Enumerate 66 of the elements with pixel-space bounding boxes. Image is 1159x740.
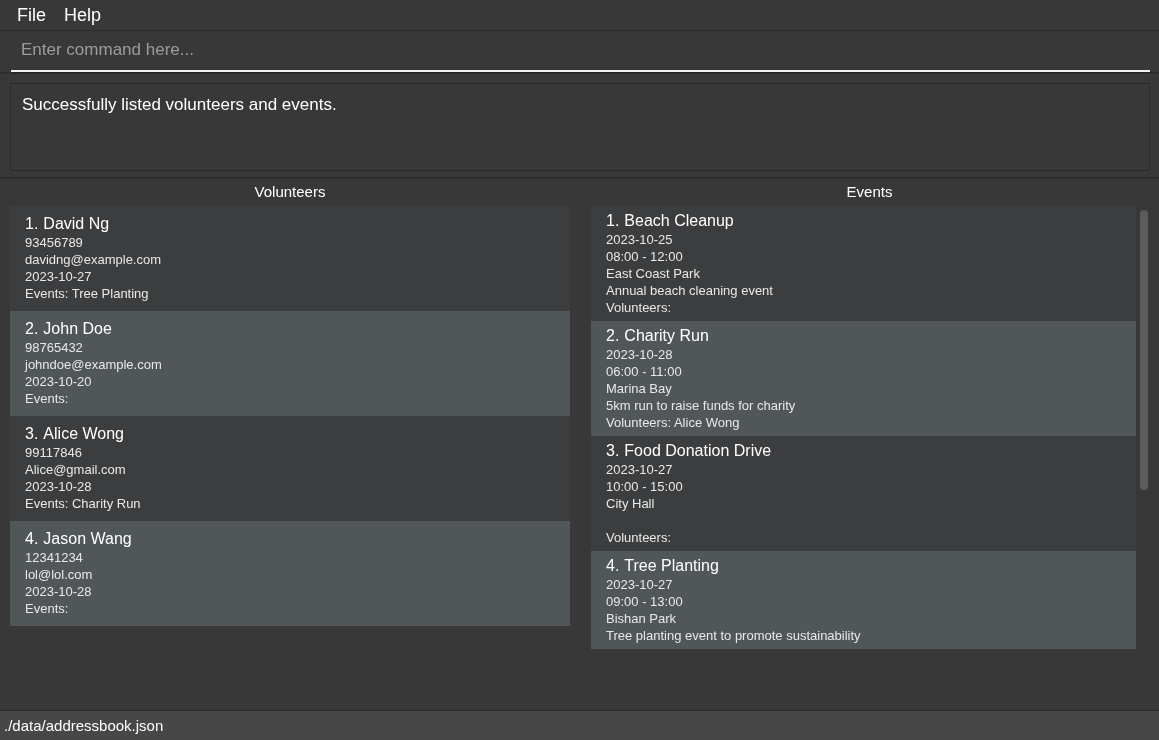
email-address: lol@lol.com: [25, 566, 94, 583]
description-text: 5km run to raise funds for charity: [606, 397, 797, 414]
phone-number: 12341234: [25, 549, 84, 566]
list-index: 1.: [25, 214, 39, 234]
menu-item[interactable]: File: [8, 0, 55, 30]
volunteers-text: Volunteers:: [606, 529, 673, 546]
volunteer-name: John Doe: [43, 319, 112, 339]
phone-number: 98765432: [25, 339, 84, 356]
list-index: 4.: [606, 556, 620, 576]
time-range: 08:00 - 12:00: [606, 248, 684, 265]
command-field[interactable]: Enter command here...: [11, 36, 1150, 72]
date-text: 2023-10-27: [606, 576, 674, 593]
file-path: ./data/addressbook.json: [4, 717, 164, 734]
volunteer-card[interactable]: 3. Alice Wong 99117846 Alice@gmail.com 2023-10-28 Events: Charity Run: [10, 416, 570, 521]
menu-item[interactable]: Help: [55, 0, 111, 30]
date-text: 2023-10-28: [25, 478, 93, 495]
list-index: 3.: [25, 424, 39, 444]
location-text: Bishan Park: [606, 610, 678, 627]
time-range: 09:00 - 13:00: [606, 593, 684, 610]
date-text: 2023-10-27: [25, 268, 93, 285]
event-name: Beach Cleanup: [624, 211, 734, 231]
email-address: davidng@example.com: [25, 251, 163, 268]
event-card[interactable]: 1. Beach Cleanup 2023-10-25 08:00 - 12:00 East Coast Park Annual beach cleaning event Volunteers:: [591, 206, 1136, 321]
description-text: Tree planting event to promote sustainability: [606, 627, 862, 644]
volunteer-card[interactable]: 4. Jason Wang 12341234 lol@lol.com 2023-10-28 Events:: [10, 521, 570, 626]
event-card[interactable]: 4. Tree Planting 2023-10-27 09:00 - 13:00 Bishan Park Tree planting event to promote sustainability: [591, 551, 1136, 649]
event-card[interactable]: 2. Charity Run 2023-10-28 06:00 - 11:00 Marina Bay 5km run to raise funds for charity Volunteers: Alice Wong: [591, 321, 1136, 436]
time-range: 10:00 - 15:00: [606, 478, 684, 495]
location-text: East Coast Park: [606, 265, 701, 282]
date-text: 2023-10-28: [25, 583, 93, 600]
volunteer-name: Alice Wong: [43, 424, 124, 444]
events-text: Events:: [25, 600, 70, 617]
event-card[interactable]: 3. Food Donation Drive 2023-10-27 10:00 - 15:00 City Hall Volunteers:: [591, 436, 1136, 551]
volunteer-card[interactable]: 2. John Doe 98765432 johndoe@example.com 2023-10-20 Events:: [10, 311, 570, 416]
email-address: johndoe@example.com: [25, 356, 163, 373]
date-text: 2023-10-28: [606, 346, 674, 363]
email-address: Alice@gmail.com: [25, 461, 127, 478]
time-range: 06:00 - 11:00: [606, 363, 683, 380]
list-index: 2.: [606, 326, 620, 346]
location-text: Marina Bay: [606, 380, 673, 397]
phone-number: 93456789: [25, 234, 84, 251]
volunteers-text: Volunteers: Alice Wong: [606, 414, 741, 431]
volunteers-text: Volunteers:: [606, 299, 673, 316]
scrollbar-thumb[interactable]: [1140, 210, 1148, 490]
event-name: Tree Planting: [624, 556, 719, 576]
date-text: 2023-10-27: [606, 461, 674, 478]
list-index: 2.: [25, 319, 39, 339]
volunteer-card[interactable]: 1. David Ng 93456789 davidng@example.com 2023-10-27 Events: Tree Planting: [10, 206, 570, 311]
events-text: Events:: [25, 390, 70, 407]
events-text: Events: Tree Planting: [25, 285, 150, 302]
event-name: Charity Run: [624, 326, 709, 346]
panel-title: Volunteers: [254, 183, 326, 200]
date-text: 2023-10-25: [606, 231, 674, 248]
volunteer-name: David Ng: [43, 214, 110, 234]
description-text: Annual beach cleaning event: [606, 282, 774, 299]
events-text: Events: Charity Run: [25, 495, 142, 512]
event-name: Food Donation Drive: [624, 441, 772, 461]
phone-number: 99117846: [25, 444, 83, 461]
date-text: 2023-10-20: [25, 373, 93, 390]
list-index: 4.: [25, 529, 39, 549]
panel-title: Events: [846, 183, 893, 200]
result-message: Successfully listed volunteers and events.: [22, 95, 337, 114]
volunteer-name: Jason Wang: [43, 529, 132, 549]
list-index: 1.: [606, 211, 620, 231]
list-index: 3.: [606, 441, 620, 461]
location-text: City Hall: [606, 495, 656, 512]
